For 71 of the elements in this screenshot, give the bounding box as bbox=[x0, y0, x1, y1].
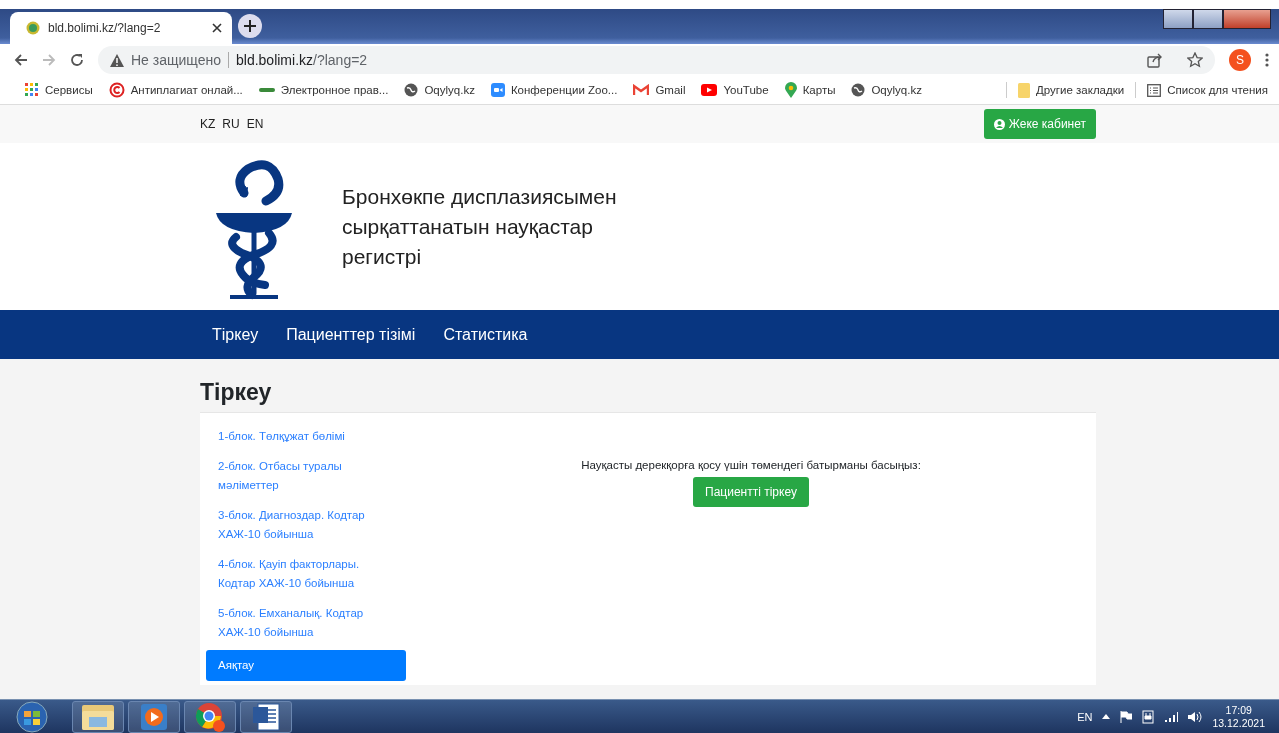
signal-icon[interactable] bbox=[1164, 711, 1179, 722]
mail-icon bbox=[633, 84, 650, 96]
address-bar[interactable]: Не защищено bld.bolimi.kz/?lang=2 bbox=[98, 46, 1215, 74]
language-indicator[interactable]: EN bbox=[1077, 710, 1093, 723]
share-icon[interactable] bbox=[1147, 52, 1163, 68]
bookmark-item[interactable]: Электронное прав... bbox=[253, 84, 394, 96]
show-hidden-icons-icon[interactable] bbox=[1102, 714, 1111, 719]
plus-icon bbox=[244, 20, 256, 32]
step-link[interactable]: 5-блок. Емханалық. Кодтар ХАЖ-10 бойынша bbox=[206, 604, 406, 642]
warning-icon bbox=[110, 53, 124, 67]
nav-link[interactable]: Статистика bbox=[443, 325, 528, 344]
folder-icon bbox=[1018, 82, 1031, 98]
more-menu-icon[interactable] bbox=[1265, 53, 1269, 67]
close-icon[interactable] bbox=[212, 23, 222, 33]
language-link[interactable]: EN bbox=[246, 117, 264, 131]
bookmark-item[interactable]: Gmail bbox=[628, 84, 691, 96]
map-pin-icon bbox=[784, 82, 797, 98]
egov-logo-icon bbox=[258, 86, 275, 94]
step-link[interactable]: 2-блок. Отбасы туралы мәліметтер bbox=[206, 457, 406, 495]
bookmark-item[interactable]: Карты bbox=[779, 82, 841, 98]
bookmark-folder[interactable]: Другие закладки bbox=[1013, 82, 1130, 98]
instruction-text: Науқасты дерекқорға қосу үшін төмендегі батырманы басыңыз: bbox=[581, 459, 921, 471]
taskbar-app-button[interactable] bbox=[128, 700, 180, 733]
new-tab-button[interactable] bbox=[238, 14, 262, 38]
speaker-icon[interactable] bbox=[1188, 710, 1203, 723]
site-favicon-icon bbox=[26, 21, 40, 35]
video-camera-icon bbox=[490, 83, 505, 97]
restore-button[interactable] bbox=[1193, 9, 1223, 29]
play-icon bbox=[701, 84, 718, 96]
document-editor-icon bbox=[252, 702, 280, 731]
bookmark-item[interactable]: Конференции Zoo... bbox=[485, 83, 623, 97]
folder-icon bbox=[81, 702, 115, 731]
step-link[interactable]: 4-блок. Қауіп факторлары. Кодтар ХАЖ-10 бойынша bbox=[206, 555, 406, 593]
security-label: Не защищено bbox=[131, 52, 221, 68]
back-arrow-icon[interactable] bbox=[14, 53, 28, 67]
close-window-button[interactable] bbox=[1223, 9, 1271, 29]
taskbar-app-button[interactable] bbox=[240, 700, 292, 733]
nav-link[interactable]: Тіркеу bbox=[212, 325, 259, 344]
star-icon[interactable] bbox=[1187, 52, 1203, 68]
minimize-button[interactable] bbox=[1163, 9, 1193, 29]
bookmark-item[interactable]: Oqylyq.kz bbox=[399, 83, 480, 97]
globe-icon bbox=[404, 83, 419, 97]
browser-logo-icon bbox=[194, 700, 226, 733]
flag-icon[interactable] bbox=[1120, 710, 1133, 723]
list-icon bbox=[1147, 83, 1162, 97]
bookmark-item[interactable]: Oqylyq.kz bbox=[846, 83, 927, 97]
taskbar-app-button[interactable] bbox=[184, 700, 236, 733]
language-link[interactable]: RU bbox=[222, 117, 240, 131]
bookmark-item[interactable]: Сервисы bbox=[20, 83, 98, 97]
url-text: bld.bolimi.kz/?lang=2 bbox=[236, 52, 368, 68]
page-heading: Тіркеу bbox=[200, 379, 273, 406]
language-link[interactable]: KZ bbox=[200, 117, 216, 131]
nav-link[interactable]: Пациенттер тізімі bbox=[286, 325, 416, 344]
media-player-icon bbox=[141, 703, 167, 730]
apps-grid-icon bbox=[25, 83, 39, 97]
bookmark-item[interactable]: Антиплагиат онлай... bbox=[103, 82, 248, 98]
step-link[interactable]: 1-блок. Төлқұжат бөлімі bbox=[206, 427, 406, 446]
reading-list-button[interactable]: Список для чтения bbox=[1142, 83, 1273, 97]
tab-title: bld.bolimi.kz/?lang=2 bbox=[48, 21, 162, 35]
browser-tab[interactable]: bld.bolimi.kz/?lang=2 bbox=[10, 12, 232, 44]
globe-icon bbox=[851, 83, 866, 97]
site-title: Бронхөкпе дисплазиясымен сырқаттанатын науқастар регистрі bbox=[342, 183, 618, 270]
power-plug-icon[interactable] bbox=[1142, 709, 1155, 724]
copyright-icon bbox=[108, 82, 125, 98]
user-circle-icon bbox=[993, 118, 1005, 130]
bookmark-item[interactable]: YouTube bbox=[696, 84, 774, 96]
clock[interactable]: 17:09 13.12.2021 bbox=[1212, 703, 1265, 730]
reload-icon[interactable] bbox=[70, 53, 84, 67]
taskbar-app-button[interactable] bbox=[72, 700, 124, 733]
step-link[interactable]: 3-блок. Диагноздар. Кодтар ХАЖ-10 бойынша bbox=[206, 506, 406, 544]
step-link[interactable]: Аяқтау bbox=[206, 650, 406, 681]
